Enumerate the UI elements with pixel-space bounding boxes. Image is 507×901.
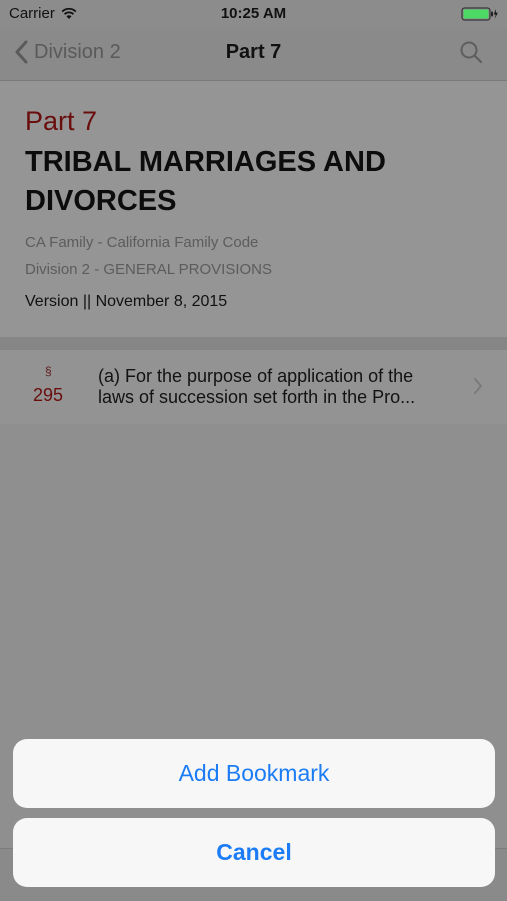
part-title-line: TRIBAL MARRIAGES AND <box>25 146 386 178</box>
section-number: 295 <box>33 385 64 405</box>
clock-time: 10:25 AM <box>220 5 287 22</box>
nav-title: Part 7 <box>225 41 282 63</box>
section-symbol: § <box>45 364 52 378</box>
division-label: Division 2 - GENERAL PROVISIONS <box>25 261 273 278</box>
search-icon[interactable] <box>459 40 483 64</box>
status-bar: Carrier 10:25 AM <box>0 0 507 28</box>
code-name: CA Family - California Family Code <box>25 234 259 251</box>
cancel-button[interactable]: Cancel <box>13 818 495 887</box>
section-excerpt: (a) For the purpose of application of th… <box>98 366 453 408</box>
version-label: Version || November 8, 2015 <box>25 293 228 310</box>
section-divider <box>0 337 507 350</box>
section-row[interactable]: § 295 (a) For the purpose of application… <box>0 350 507 424</box>
chevron-right-icon <box>474 378 482 394</box>
battery-icon <box>461 7 498 21</box>
add-bookmark-button[interactable]: Add Bookmark <box>13 739 495 808</box>
section-excerpt-line: (a) For the purpose of application of th… <box>98 366 414 386</box>
part-title: TRIBAL MARRIAGES AND DIVORCES <box>25 143 485 221</box>
section-excerpt-line: laws of succession set forth in the Pro.… <box>98 387 416 407</box>
part-label: Part 7 <box>25 106 98 136</box>
part-title-line: DIVORCES <box>25 185 177 217</box>
navigation-bar: Division 2 Part 7 <box>0 28 507 81</box>
